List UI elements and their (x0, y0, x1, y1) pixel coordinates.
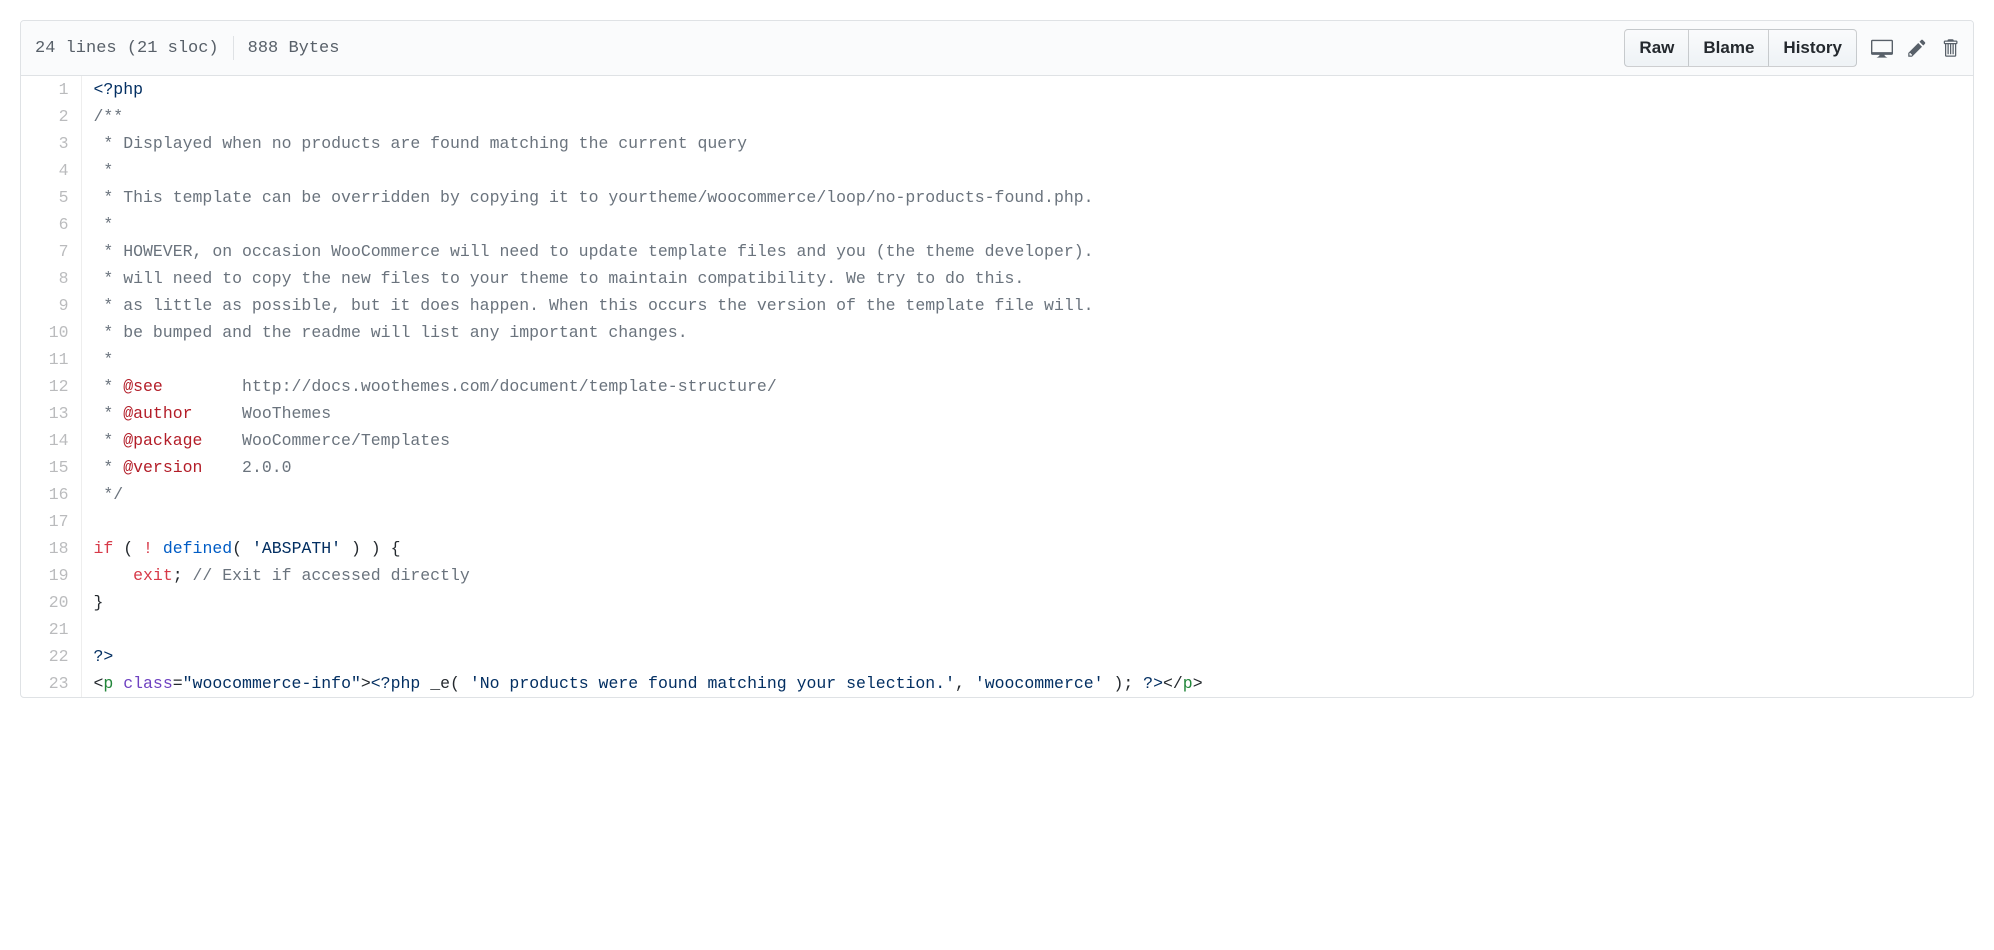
code-line: */ (81, 481, 1973, 508)
line-number[interactable]: 16 (21, 481, 81, 508)
raw-button[interactable]: Raw (1624, 29, 1689, 67)
code-line: * (81, 346, 1973, 373)
code-table: 1<?php 2/** 3 * Displayed when no produc… (21, 76, 1973, 697)
line-number[interactable]: 10 (21, 319, 81, 346)
code-line (81, 508, 1973, 535)
line-number[interactable]: 13 (21, 400, 81, 427)
line-number[interactable]: 11 (21, 346, 81, 373)
file-header: 24 lines (21 sloc) 888 Bytes Raw Blame H… (21, 21, 1973, 76)
file-box: 24 lines (21 sloc) 888 Bytes Raw Blame H… (20, 20, 1974, 698)
line-number[interactable]: 18 (21, 535, 81, 562)
button-group: Raw Blame History (1624, 29, 1857, 67)
code-line: * HOWEVER, on occasion WooCommerce will … (81, 238, 1973, 265)
code-line: if ( ! defined( 'ABSPATH' ) ) { (81, 535, 1973, 562)
line-number[interactable]: 1 (21, 76, 81, 103)
separator (233, 36, 234, 60)
code-line: /** (81, 103, 1973, 130)
code-line: * Displayed when no products are found m… (81, 130, 1973, 157)
line-number[interactable]: 7 (21, 238, 81, 265)
code-line: * (81, 157, 1973, 184)
trash-icon[interactable] (1941, 38, 1959, 58)
code-line: * This template can be overridden by cop… (81, 184, 1973, 211)
line-number[interactable]: 19 (21, 562, 81, 589)
code-line: ?> (81, 643, 1973, 670)
code-line: * @version 2.0.0 (81, 454, 1973, 481)
code-line: * will need to copy the new files to you… (81, 265, 1973, 292)
line-number[interactable]: 22 (21, 643, 81, 670)
code-line (81, 616, 1973, 643)
desktop-icon[interactable] (1871, 37, 1893, 59)
line-number[interactable]: 2 (21, 103, 81, 130)
pencil-icon[interactable] (1907, 38, 1927, 58)
line-number[interactable]: 3 (21, 130, 81, 157)
line-number[interactable]: 20 (21, 589, 81, 616)
line-number[interactable]: 6 (21, 211, 81, 238)
code-line: * be bumped and the readme will list any… (81, 319, 1973, 346)
line-number[interactable]: 5 (21, 184, 81, 211)
blame-button[interactable]: Blame (1688, 29, 1769, 67)
line-number[interactable]: 12 (21, 373, 81, 400)
line-number[interactable]: 14 (21, 427, 81, 454)
lines-count: 24 lines (21 sloc) (35, 39, 219, 58)
code-line: * as little as possible, but it does hap… (81, 292, 1973, 319)
code-line: exit; // Exit if accessed directly (81, 562, 1973, 589)
line-number[interactable]: 17 (21, 508, 81, 535)
code-line: * (81, 211, 1973, 238)
code-line: } (81, 589, 1973, 616)
line-number[interactable]: 23 (21, 670, 81, 697)
code-line: * @see http://docs.woothemes.com/documen… (81, 373, 1973, 400)
history-button[interactable]: History (1768, 29, 1857, 67)
code-line: <p class="woocommerce-info"><?php _e( 'N… (81, 670, 1973, 697)
code-line: * @package WooCommerce/Templates (81, 427, 1973, 454)
line-number[interactable]: 9 (21, 292, 81, 319)
bytes-count: 888 Bytes (248, 39, 340, 58)
line-number[interactable]: 8 (21, 265, 81, 292)
code-line: <?php (81, 76, 1973, 103)
file-info: 24 lines (21 sloc) 888 Bytes (35, 36, 339, 60)
code-line: * @author WooThemes (81, 400, 1973, 427)
line-number[interactable]: 21 (21, 616, 81, 643)
line-number[interactable]: 4 (21, 157, 81, 184)
file-actions: Raw Blame History (1624, 29, 1959, 67)
line-number[interactable]: 15 (21, 454, 81, 481)
